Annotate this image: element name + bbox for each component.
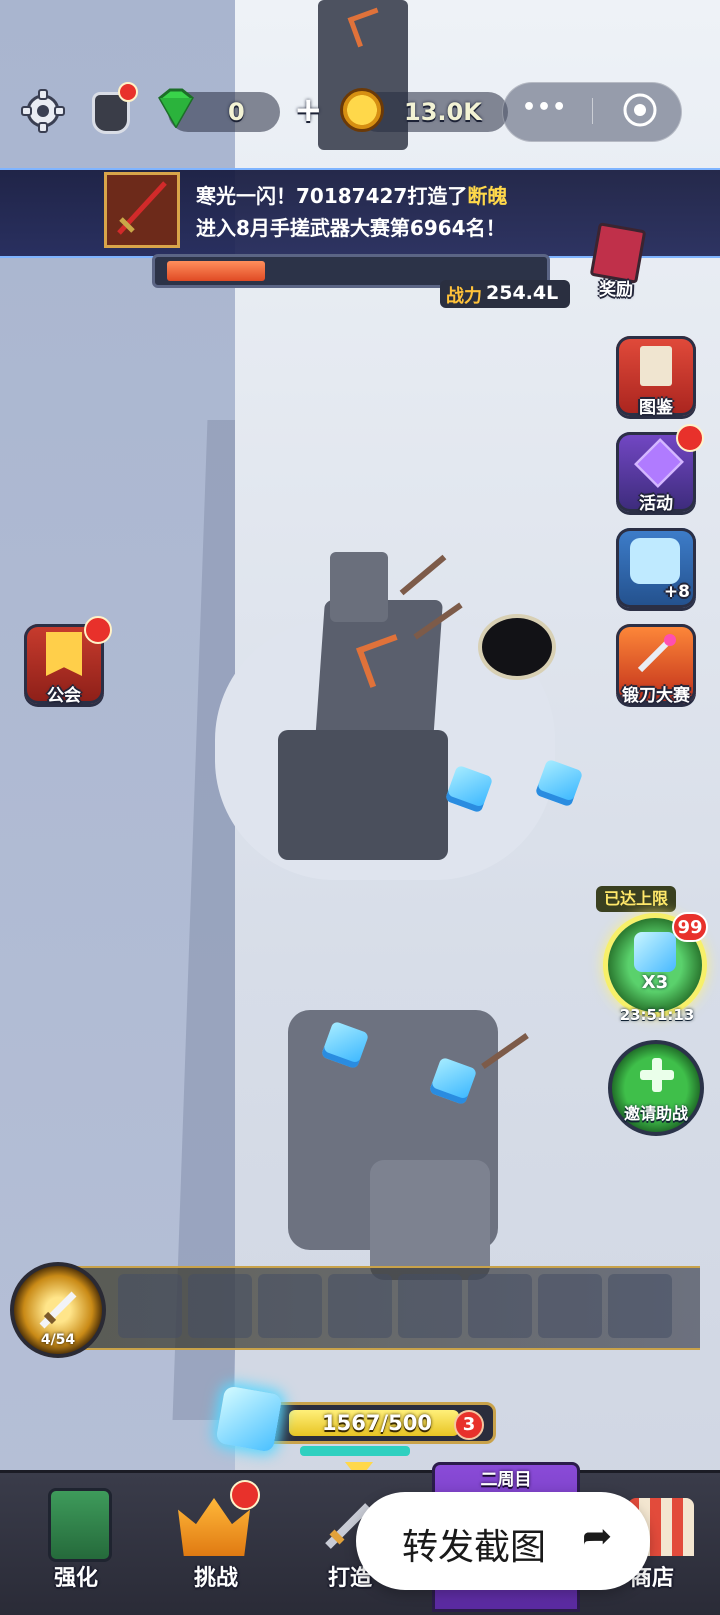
weapon-slot[interactable]: [538, 1274, 602, 1338]
ice-pig-icon: [630, 538, 680, 584]
codex-button[interactable]: 图鉴: [616, 336, 696, 418]
banner-item-name: 断魄: [467, 184, 508, 208]
energy-cube-icon: [215, 1385, 283, 1453]
nav-challenge[interactable]: 挑战: [164, 1480, 274, 1604]
events-notification-dot: [676, 424, 704, 452]
capsule-divider: [592, 98, 593, 124]
boost-multiplier: X3: [641, 972, 669, 993]
pet-count: +8: [663, 582, 690, 602]
weapon-count: 4/54: [40, 1332, 76, 1348]
green-gem-icon: [154, 88, 194, 130]
add-gems-button[interactable]: +: [294, 90, 323, 130]
events-button[interactable]: 活动: [616, 424, 704, 514]
energy-value: 1567/500: [322, 1411, 432, 1435]
challenge-notification-dot: [230, 1480, 260, 1510]
stone-throne-top: [330, 552, 388, 622]
weapon-slot[interactable]: [188, 1274, 252, 1338]
close-target-button[interactable]: [622, 92, 658, 128]
guild-label: 公会: [47, 686, 81, 706]
guild-button[interactable]: 公会: [24, 616, 112, 706]
spellbook-icon: [48, 1488, 112, 1562]
nav-challenge-label: 挑战: [194, 1566, 239, 1591]
ice-cube-up-icon: [634, 932, 676, 972]
plus-icon: [640, 1058, 674, 1092]
weapon-bag-button[interactable]: 4/54: [10, 1262, 106, 1358]
power-value: 254.4L: [486, 282, 559, 304]
banner-mid: 打造了: [407, 184, 468, 208]
forge-contest-button[interactable]: 锻刀大赛: [616, 624, 696, 706]
power-progress-fill: [167, 261, 265, 281]
settings-button[interactable]: [20, 88, 66, 134]
gear-icon: [21, 89, 65, 133]
sword-item-icon: [104, 172, 180, 248]
weapon-slot[interactable]: [118, 1274, 182, 1338]
book-sword-icon: [640, 346, 672, 386]
boost-count-badge: 99: [672, 912, 708, 942]
banner-line-1: 寒光一闪！70187427打造了断魄: [196, 180, 507, 209]
coin-count: 13.0K: [404, 98, 482, 126]
crown-coin-icon: [340, 88, 384, 132]
purple-gem-icon: [634, 438, 684, 488]
invite-helper-button[interactable]: 邀请助战: [608, 1040, 704, 1136]
share-arrow-icon: ➦: [582, 1516, 613, 1557]
gem-count: 0: [228, 98, 245, 126]
power-label: 战力: [446, 286, 482, 307]
nav-upgrade[interactable]: 强化: [30, 1484, 140, 1604]
guild-notification-dot: [84, 616, 112, 644]
nav-upgrade-label: 强化: [54, 1566, 99, 1591]
energy-badge: 3: [454, 1410, 484, 1440]
banner-line-2: 进入8月手搓武器大赛第6964名！: [196, 216, 506, 240]
crossed-swords-icon: [634, 632, 678, 676]
reward-label: 奖励: [599, 280, 633, 300]
spiky-creature: [482, 618, 552, 676]
weapon-slot[interactable]: [608, 1274, 672, 1338]
reward-button[interactable]: 奖励: [584, 222, 648, 306]
stone-throne-base: [278, 730, 448, 860]
codex-label: 图鉴: [639, 398, 673, 418]
boost-timer: 23:51:13: [619, 1006, 695, 1024]
power-display: 战力 254.4L: [440, 280, 570, 308]
events-label: 活动: [639, 494, 673, 514]
weapon-slot[interactable]: [258, 1274, 322, 1338]
guild-banner-icon: [46, 632, 82, 676]
guild-helmet-button[interactable]: [90, 82, 138, 136]
share-screenshot-button[interactable]: 转发截图 ➦: [356, 1492, 650, 1590]
weapon-slot[interactable]: [468, 1274, 532, 1338]
more-menu-button[interactable]: •••: [522, 95, 567, 120]
energy-sub-bar: [300, 1446, 410, 1456]
forge-contest-label: 锻刀大赛: [622, 686, 690, 706]
weapon-slot[interactable]: [328, 1274, 392, 1338]
second-round-label: 二周目: [480, 1470, 532, 1490]
sword-icon: [32, 1280, 88, 1336]
notification-dot: [118, 82, 138, 102]
weapon-slot[interactable]: [398, 1274, 462, 1338]
banner-prefix: 寒光一闪！: [196, 184, 296, 208]
pet-button[interactable]: +8: [616, 528, 696, 608]
invite-label: 邀请助战: [623, 1104, 688, 1123]
banner-player-id: 70187427: [296, 184, 408, 208]
target-icon: [623, 93, 657, 127]
limit-reached-tag: 已达上限: [596, 886, 676, 912]
boulder-lower-front: [370, 1160, 490, 1280]
share-screenshot-label: 转发截图: [402, 1527, 547, 1568]
